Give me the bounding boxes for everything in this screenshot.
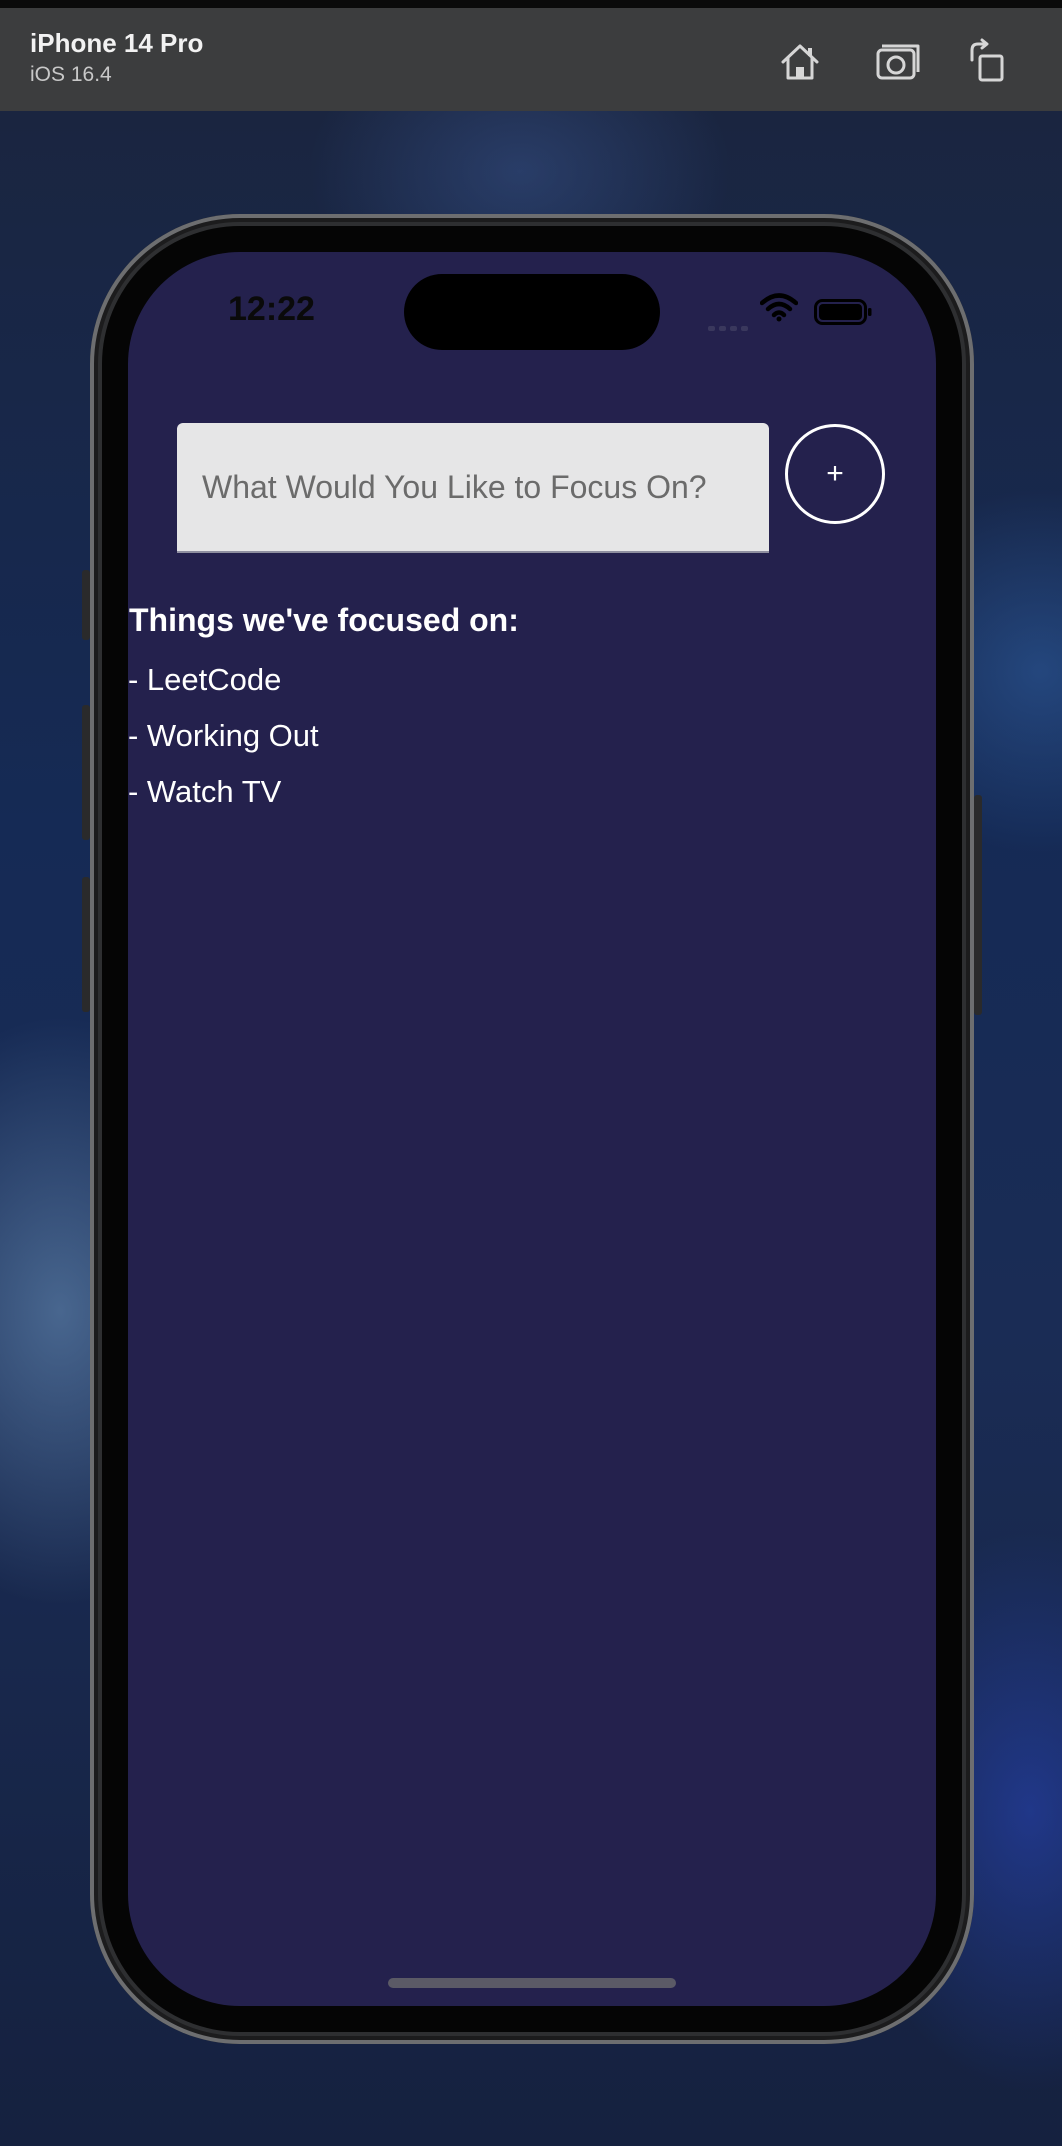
list-item: - Watch TV — [128, 774, 282, 809]
camera-icon — [876, 44, 920, 80]
simulator-toolbar: iPhone 14 Pro iOS 16.4 — [0, 0, 1062, 111]
os-version: iOS 16.4 — [30, 63, 112, 86]
volume-down-button — [82, 877, 90, 1012]
volume-up-button — [82, 705, 90, 840]
action-button — [82, 570, 90, 640]
add-button[interactable]: + — [785, 424, 885, 524]
cellular-signal-icon — [708, 318, 752, 336]
dynamic-island — [404, 274, 660, 350]
home-icon — [781, 44, 819, 80]
home-indicator[interactable] — [388, 1978, 676, 1988]
home-button[interactable] — [776, 38, 824, 86]
list-item: - Working Out — [128, 718, 319, 753]
status-time: 12:22 — [228, 290, 315, 328]
rotate-icon — [970, 38, 1004, 82]
list-item: - LeetCode — [128, 662, 282, 697]
device-name: iPhone 14 Pro — [30, 28, 204, 58]
wifi-icon — [760, 293, 798, 322]
app-screen: 12:22 + Things we've focused on: - LeetC… — [128, 252, 936, 2006]
screenshot-button[interactable] — [874, 38, 922, 86]
focus-input[interactable] — [177, 423, 769, 553]
battery-icon — [814, 299, 872, 325]
list-heading: Things we've focused on: — [129, 602, 519, 638]
focus-list: - LeetCode - Working Out - Watch TV — [128, 660, 319, 828]
power-button — [974, 795, 982, 1015]
rotate-button[interactable] — [966, 38, 1014, 86]
